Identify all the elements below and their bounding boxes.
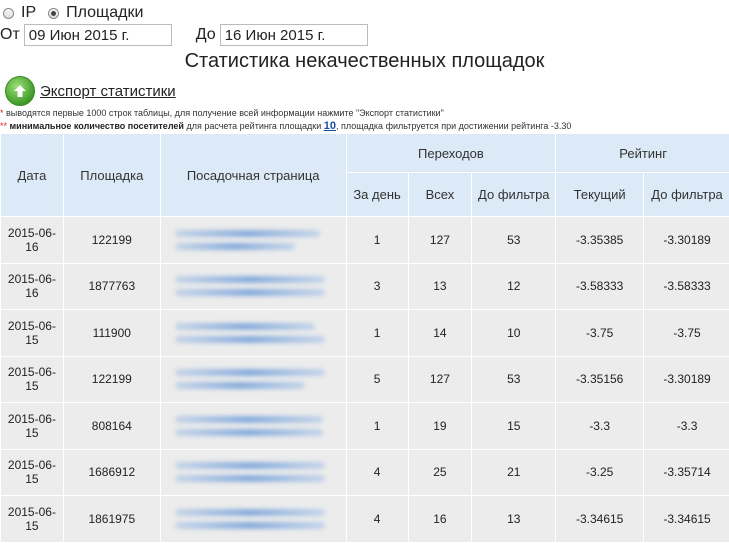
cell-site: 1877763 <box>62 262 161 310</box>
table-row: 2015-06-15 122199 5 127 53 -3.35156 -3.3… <box>0 355 729 403</box>
header-rating-before-filter: До фильтра <box>643 172 729 217</box>
header-landing-page: Посадочная страница <box>159 133 347 217</box>
date-range: От До <box>0 24 368 46</box>
cell-per-day: 1 <box>345 309 409 357</box>
cell-rating-before-filter: -3.34615 <box>643 495 729 543</box>
date-to-field[interactable] <box>219 24 368 46</box>
header-before-filter: До фильтра <box>471 172 557 217</box>
page-title: Статистика некачественных площадок <box>184 50 545 72</box>
cell-current-rating: -3.35385 <box>555 216 645 264</box>
cell-landing-page-blurred <box>159 402 347 450</box>
stats-table: Дата Площадка Посадочная страница Перехо… <box>0 133 729 543</box>
cell-total: 16 <box>407 495 473 543</box>
cell-site: 122199 <box>62 355 161 403</box>
cell-date: 2015-06-15 <box>0 448 64 496</box>
radio-ip[interactable]: IP <box>3 4 36 22</box>
arrow-up-icon[interactable] <box>5 76 35 106</box>
cell-landing-page-blurred <box>159 448 347 496</box>
export-statistics-link[interactable]: Экспорт статистики <box>40 83 176 100</box>
table-row: 2015-06-15 1861975 4 16 13 -3.34615 -3.3… <box>0 495 729 543</box>
cell-per-day: 1 <box>345 402 409 450</box>
cell-date: 2015-06-16 <box>0 216 64 264</box>
cell-rating-before-filter: -3.30189 <box>643 216 729 264</box>
cell-rating-before-filter: -3.3 <box>643 402 729 450</box>
cell-total: 127 <box>407 355 473 403</box>
header-rating: Рейтинг <box>555 133 729 173</box>
cell-date: 2015-06-15 <box>0 495 64 543</box>
cell-date: 2015-06-16 <box>0 262 64 310</box>
cell-per-day: 4 <box>345 448 409 496</box>
cell-rating-before-filter: -3.30189 <box>643 355 729 403</box>
cell-current-rating: -3.34615 <box>555 495 645 543</box>
table-row: 2015-06-16 1877763 3 13 12 -3.58333 -3.5… <box>0 262 729 310</box>
table-row: 2015-06-16 122199 1 127 53 -3.35385 -3.3… <box>0 216 729 264</box>
cell-per-day: 4 <box>345 495 409 543</box>
cell-date: 2015-06-15 <box>0 355 64 403</box>
cell-before-filter: 15 <box>471 402 557 450</box>
cell-before-filter: 10 <box>471 309 557 357</box>
cell-current-rating: -3.3 <box>555 402 645 450</box>
cell-total: 14 <box>407 309 473 357</box>
cell-rating-before-filter: -3.75 <box>643 309 729 357</box>
radio-ip-label: IP <box>21 4 37 21</box>
cell-before-filter: 21 <box>471 448 557 496</box>
cell-landing-page-blurred <box>159 216 347 264</box>
cell-rating-before-filter: -3.35714 <box>643 448 729 496</box>
cell-current-rating: -3.35156 <box>555 355 645 403</box>
cell-site: 111900 <box>62 309 161 357</box>
cell-landing-page-blurred <box>159 309 347 357</box>
date-from-field[interactable] <box>23 24 172 46</box>
cell-before-filter: 13 <box>471 495 557 543</box>
cell-total: 13 <box>407 262 473 310</box>
table-row: 2015-06-15 1686912 4 25 21 -3.25 -3.3571… <box>0 448 729 496</box>
cell-before-filter: 53 <box>471 216 557 264</box>
cell-before-filter: 12 <box>471 262 557 310</box>
radio-sites-label: Площадки <box>66 4 144 21</box>
table-row: 2015-06-15 808164 1 19 15 -3.3 -3.3 <box>0 402 729 450</box>
note-line-1: * выводятся первые 1000 строк таблицы, д… <box>0 108 444 118</box>
cell-current-rating: -3.58333 <box>555 262 645 310</box>
header-total: Всех <box>407 172 473 217</box>
notes: * выводятся первые 1000 строк таблицы, д… <box>0 107 571 133</box>
cell-site: 1686912 <box>62 448 161 496</box>
radio-button-icon[interactable] <box>48 7 60 19</box>
cell-site: 808164 <box>62 402 161 450</box>
cell-rating-before-filter: -3.58333 <box>643 262 729 310</box>
radio-button-icon[interactable] <box>3 7 14 19</box>
header-per-day: За день <box>345 172 409 217</box>
cell-current-rating: -3.75 <box>555 309 645 357</box>
cell-current-rating: -3.25 <box>555 448 645 496</box>
header-current-rating: Текущий <box>555 172 645 217</box>
header-date: Дата <box>0 133 64 217</box>
cell-per-day: 1 <box>345 216 409 264</box>
to-label: До <box>195 26 216 43</box>
cell-total: 25 <box>407 448 473 496</box>
radio-sites[interactable]: Площадки <box>48 4 143 22</box>
cell-date: 2015-06-15 <box>0 402 64 450</box>
table-row: 2015-06-15 111900 1 14 10 -3.75 -3.75 <box>0 309 729 357</box>
min-visitors-link[interactable]: 10 <box>324 120 336 132</box>
cell-landing-page-blurred <box>159 495 347 543</box>
cell-site: 122199 <box>62 216 161 264</box>
header-site: Площадка <box>62 133 161 217</box>
cell-before-filter: 53 <box>471 355 557 403</box>
cell-landing-page-blurred <box>159 355 347 403</box>
mode-selector: IP Площадки <box>3 4 155 22</box>
cell-total: 19 <box>407 402 473 450</box>
note-line-2: ** минимальное количество посетителей дл… <box>0 120 572 132</box>
header-transitions: Переходов <box>345 133 557 173</box>
from-label: От <box>0 26 20 43</box>
cell-landing-page-blurred <box>159 262 347 310</box>
cell-per-day: 5 <box>345 355 409 403</box>
cell-site: 1861975 <box>62 495 161 543</box>
cell-date: 2015-06-15 <box>0 309 64 357</box>
cell-total: 127 <box>407 216 473 264</box>
cell-per-day: 3 <box>345 262 409 310</box>
export-statistics[interactable]: Экспорт статистики <box>5 76 176 106</box>
